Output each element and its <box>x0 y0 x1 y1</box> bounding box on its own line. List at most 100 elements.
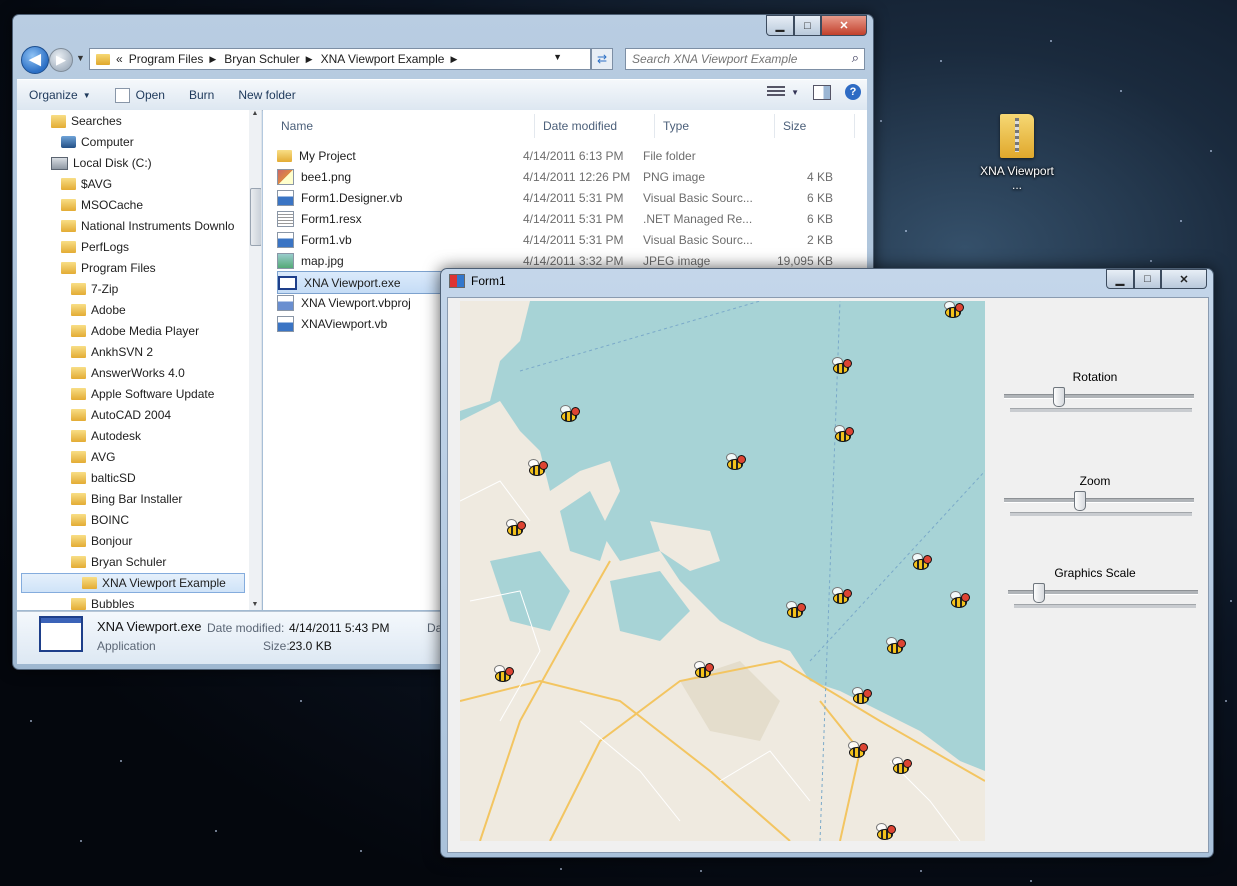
breadcrumb-program-files[interactable]: Program Files <box>129 52 204 66</box>
scroll-up-icon[interactable]: ▲ <box>249 110 261 117</box>
column-header-date[interactable]: Date modified <box>535 114 655 138</box>
address-bar[interactable]: « Program Files ▶ Bryan Schuler ▶ XNA Vi… <box>89 48 591 70</box>
tree-item[interactable]: National Instruments Downlo <box>61 216 234 236</box>
bee-part <box>505 667 514 676</box>
maximize-button[interactable]: □ <box>1134 269 1161 289</box>
form1-client-area: Rotation Zoom Graphics Scale <box>447 297 1209 853</box>
tree-item-label: AVG <box>91 450 116 464</box>
search-input[interactable] <box>626 49 844 69</box>
bee-part <box>859 743 868 752</box>
file-row[interactable]: Form1.vb 4/14/2011 5:31 PM Visual Basic So… <box>277 229 861 250</box>
star <box>1230 600 1232 602</box>
slider-thumb[interactable] <box>1052 387 1065 407</box>
xna-viewport[interactable] <box>460 301 985 841</box>
preview-pane-icon[interactable] <box>813 84 831 100</box>
tree-item[interactable]: balticSD <box>71 468 136 488</box>
chevron-down-icon[interactable]: ▼ <box>791 88 799 97</box>
new-folder-button[interactable]: New folder <box>226 82 307 108</box>
slider-track[interactable] <box>1004 394 1194 399</box>
breadcrumb-bryan-schuler[interactable]: Bryan Schuler <box>224 52 299 66</box>
tree-item[interactable]: PerfLogs <box>61 237 129 257</box>
tree-item[interactable]: AutoCAD 2004 <box>71 405 171 425</box>
file-type: File folder <box>643 148 696 163</box>
address-dropdown-icon[interactable]: ▼ <box>553 52 562 62</box>
file-row[interactable]: Form1.resx 4/14/2011 5:31 PM .NET Managed … <box>277 208 861 229</box>
vb-file-icon <box>277 231 294 248</box>
close-button[interactable]: ✕ <box>1161 269 1207 289</box>
tree-item[interactable]: Bonjour <box>71 531 132 551</box>
tree-item[interactable]: AVG <box>71 447 115 467</box>
folder-icon <box>71 451 86 463</box>
tree-item-label: AutoCAD 2004 <box>91 408 172 422</box>
tree-item[interactable]: Computer <box>61 132 134 152</box>
burn-button[interactable]: Burn <box>177 82 226 108</box>
column-header-size[interactable]: Size <box>775 114 855 138</box>
tree-item[interactable]: Program Files <box>61 258 156 278</box>
tree-item[interactable]: 7-Zip <box>71 279 118 299</box>
file-size: 2 KB <box>806 232 833 247</box>
tree-item[interactable]: BOINC <box>71 510 129 530</box>
breadcrumb-arrow-icon[interactable]: ▶ <box>209 54 216 65</box>
refresh-button[interactable]: ⇄ <box>591 48 613 70</box>
file-row[interactable]: bee1.png 4/14/2011 12:26 PM PNG image 4 KB <box>277 166 861 187</box>
tree-item[interactable]: Searches <box>51 111 122 131</box>
desktop-icon-xna-viewport[interactable]: XNA Viewport ... <box>978 114 1056 192</box>
tree-item[interactable]: XNA Viewport Example <box>21 573 245 593</box>
forward-button[interactable]: ▶ <box>49 48 73 72</box>
tree-item[interactable]: Apple Software Update <box>71 384 214 404</box>
folder-icon <box>71 388 86 400</box>
breadcrumb-xna-viewport-example[interactable]: XNA Viewport Example <box>321 52 445 66</box>
bee-part <box>887 825 896 834</box>
tree-item[interactable]: AnswerWorks 4.0 <box>71 363 185 383</box>
breadcrumb-chevron[interactable]: « <box>116 52 123 66</box>
tree-item[interactable]: Bryan Schuler <box>71 552 166 572</box>
slider-thumb[interactable] <box>1074 491 1087 511</box>
folder-icon <box>71 283 86 295</box>
maximize-button[interactable]: □ <box>794 15 821 36</box>
form1-title: Form1 <box>471 274 506 288</box>
breadcrumb-arrow-icon[interactable]: ▶ <box>450 54 457 65</box>
organize-button[interactable]: Organize ▼ <box>17 82 103 108</box>
minimize-button[interactable]: ▁ <box>766 15 794 36</box>
recent-pages-dropdown[interactable]: ▼ <box>76 53 85 63</box>
scrollbar-thumb[interactable] <box>250 188 261 246</box>
file-date: 4/14/2011 5:31 PM <box>523 190 624 205</box>
folder-icon <box>71 472 86 484</box>
toolbar-right: ▼ ? <box>767 84 861 100</box>
tree-item[interactable]: AnkhSVN 2 <box>71 342 153 362</box>
bee-sprite <box>490 665 514 683</box>
file-row[interactable]: My Project 4/14/2011 6:13 PM File folder <box>277 145 861 166</box>
tree-item[interactable]: Bing Bar Installer <box>71 489 182 509</box>
file-type: Visual Basic Sourc... <box>643 232 753 247</box>
tree-item[interactable]: Bubbles <box>71 594 134 610</box>
slider-thumb[interactable] <box>1033 583 1046 603</box>
breadcrumb-arrow-icon[interactable]: ▶ <box>306 54 313 65</box>
star <box>1225 700 1227 702</box>
tree-item[interactable]: MSOCache <box>61 195 143 215</box>
help-icon[interactable]: ? <box>845 84 861 100</box>
open-button[interactable]: Open <box>103 82 177 108</box>
column-header-name[interactable]: Name <box>273 114 535 138</box>
minimize-button[interactable]: ▁ <box>1106 269 1134 289</box>
tree-item[interactable]: Autodesk <box>71 426 141 446</box>
tree-item[interactable]: Adobe Media Player <box>71 321 199 341</box>
scroll-down-icon[interactable]: ▼ <box>249 601 261 608</box>
close-button[interactable]: ✕ <box>821 15 867 36</box>
search-icon[interactable]: ⌕ <box>852 50 859 66</box>
file-type: .NET Managed Re... <box>643 211 753 226</box>
tree-item[interactable]: Adobe <box>71 300 126 320</box>
tree-item[interactable]: Local Disk (C:) <box>51 153 152 173</box>
back-button[interactable]: ◀ <box>21 46 49 74</box>
slider-track[interactable] <box>1004 498 1194 503</box>
folder-icon <box>71 346 86 358</box>
search-box[interactable]: ⌕ <box>625 48 865 70</box>
bee-part <box>863 689 872 698</box>
nav-scrollbar[interactable]: ▲ ▼ <box>249 110 261 610</box>
change-view-icon[interactable] <box>767 86 786 98</box>
star <box>215 830 217 832</box>
star <box>700 870 702 872</box>
column-header-type[interactable]: Type <box>655 114 775 138</box>
tree-item[interactable]: $AVG <box>61 174 112 194</box>
file-row[interactable]: Form1.Designer.vb 4/14/2011 5:31 PM Visual… <box>277 187 861 208</box>
tree-item-label: Bubbles <box>91 597 135 610</box>
